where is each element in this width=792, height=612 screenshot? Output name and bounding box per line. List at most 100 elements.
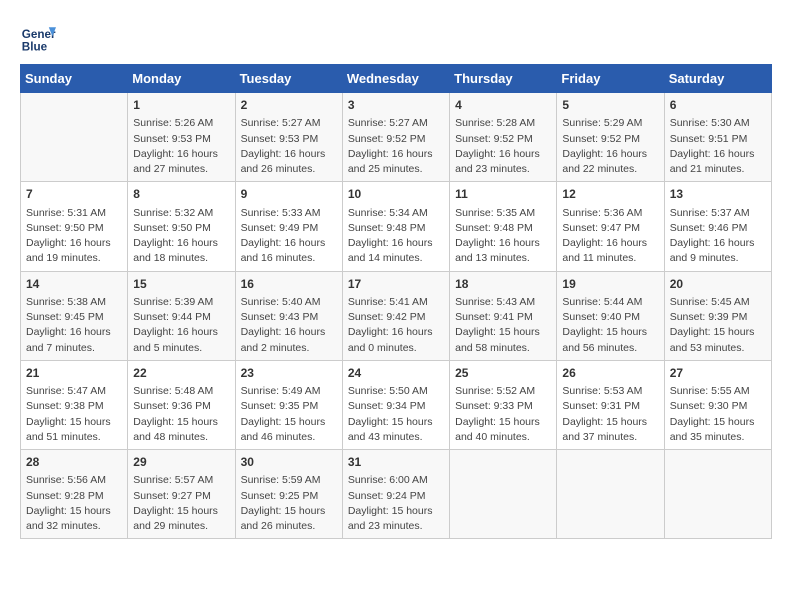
- day-number: 9: [241, 186, 337, 203]
- calendar-cell: 9 Sunrise: 5:33 AM Sunset: 9:49 PM Daylig…: [235, 182, 342, 271]
- day-info: Sunrise: 5:35 AM Sunset: 9:48 PM Dayligh…: [455, 206, 551, 267]
- day-info: Sunrise: 5:53 AM Sunset: 9:31 PM Dayligh…: [562, 384, 658, 445]
- day-info: Sunrise: 5:29 AM Sunset: 9:52 PM Dayligh…: [562, 116, 658, 177]
- header-row: SundayMondayTuesdayWednesdayThursdayFrid…: [21, 65, 772, 93]
- day-number: 1: [133, 97, 229, 114]
- day-number: 15: [133, 276, 229, 293]
- calendar-cell: 25 Sunrise: 5:52 AM Sunset: 9:33 PM Dayli…: [450, 360, 557, 449]
- day-info: Sunrise: 5:59 AM Sunset: 9:25 PM Dayligh…: [241, 473, 337, 534]
- day-number: 14: [26, 276, 122, 293]
- week-row-2: 7Sunrise: 5:31 AM Sunset: 9:50 PM Daylig…: [21, 182, 772, 271]
- day-number: 31: [348, 454, 444, 471]
- day-number: 22: [133, 365, 229, 382]
- day-number: 23: [241, 365, 337, 382]
- calendar-cell: 5 Sunrise: 5:29 AM Sunset: 9:52 PM Daylig…: [557, 93, 664, 182]
- day-info: Sunrise: 5:28 AM Sunset: 9:52 PM Dayligh…: [455, 116, 551, 177]
- header-day-tuesday: Tuesday: [235, 65, 342, 93]
- calendar-cell: 24 Sunrise: 5:50 AM Sunset: 9:34 PM Dayli…: [342, 360, 449, 449]
- day-number: 30: [241, 454, 337, 471]
- day-number: 6: [670, 97, 766, 114]
- day-info: Sunrise: 5:36 AM Sunset: 9:47 PM Dayligh…: [562, 206, 658, 267]
- day-info: Sunrise: 5:47 AM Sunset: 9:38 PM Dayligh…: [26, 384, 122, 445]
- header-area: General Blue: [20, 15, 772, 56]
- day-number: 11: [455, 186, 551, 203]
- calendar-cell: 8 Sunrise: 5:32 AM Sunset: 9:50 PM Daylig…: [128, 182, 235, 271]
- day-info: Sunrise: 5:52 AM Sunset: 9:33 PM Dayligh…: [455, 384, 551, 445]
- calendar-cell: 22 Sunrise: 5:48 AM Sunset: 9:36 PM Dayli…: [128, 360, 235, 449]
- day-number: 16: [241, 276, 337, 293]
- day-number: 26: [562, 365, 658, 382]
- header-day-sunday: Sunday: [21, 65, 128, 93]
- day-info: Sunrise: 5:48 AM Sunset: 9:36 PM Dayligh…: [133, 384, 229, 445]
- calendar-cell: [21, 93, 128, 182]
- day-info: Sunrise: 5:40 AM Sunset: 9:43 PM Dayligh…: [241, 295, 337, 356]
- day-info: Sunrise: 5:50 AM Sunset: 9:34 PM Dayligh…: [348, 384, 444, 445]
- calendar-cell: 1Sunrise: 5:26 AM Sunset: 9:53 PM Daylig…: [128, 93, 235, 182]
- week-row-1: 1Sunrise: 5:26 AM Sunset: 9:53 PM Daylig…: [21, 93, 772, 182]
- header-day-thursday: Thursday: [450, 65, 557, 93]
- day-info: Sunrise: 5:57 AM Sunset: 9:27 PM Dayligh…: [133, 473, 229, 534]
- day-number: 21: [26, 365, 122, 382]
- day-info: Sunrise: 5:43 AM Sunset: 9:41 PM Dayligh…: [455, 295, 551, 356]
- calendar-table: SundayMondayTuesdayWednesdayThursdayFrid…: [20, 64, 772, 539]
- day-info: Sunrise: 5:37 AM Sunset: 9:46 PM Dayligh…: [670, 206, 766, 267]
- header-day-saturday: Saturday: [664, 65, 771, 93]
- calendar-cell: [664, 450, 771, 539]
- calendar-cell: 31 Sunrise: 6:00 AM Sunset: 9:24 PM Dayli…: [342, 450, 449, 539]
- calendar-cell: 23Sunrise: 5:49 AM Sunset: 9:35 PM Dayli…: [235, 360, 342, 449]
- day-info: Sunrise: 5:27 AM Sunset: 9:52 PM Dayligh…: [348, 116, 444, 177]
- header-day-wednesday: Wednesday: [342, 65, 449, 93]
- day-number: 29: [133, 454, 229, 471]
- week-row-3: 14 Sunrise: 5:38 AM Sunset: 9:45 PM Dayli…: [21, 271, 772, 360]
- calendar-cell: [450, 450, 557, 539]
- calendar-cell: 10Sunrise: 5:34 AM Sunset: 9:48 PM Dayli…: [342, 182, 449, 271]
- day-info: Sunrise: 5:56 AM Sunset: 9:28 PM Dayligh…: [26, 473, 122, 534]
- day-info: Sunrise: 6:00 AM Sunset: 9:24 PM Dayligh…: [348, 473, 444, 534]
- day-info: Sunrise: 5:44 AM Sunset: 9:40 PM Dayligh…: [562, 295, 658, 356]
- calendar-cell: 4 Sunrise: 5:28 AM Sunset: 9:52 PM Daylig…: [450, 93, 557, 182]
- day-info: Sunrise: 5:27 AM Sunset: 9:53 PM Dayligh…: [241, 116, 337, 177]
- calendar-cell: [557, 450, 664, 539]
- day-info: Sunrise: 5:55 AM Sunset: 9:30 PM Dayligh…: [670, 384, 766, 445]
- day-info: Sunrise: 5:32 AM Sunset: 9:50 PM Dayligh…: [133, 206, 229, 267]
- day-info: Sunrise: 5:45 AM Sunset: 9:39 PM Dayligh…: [670, 295, 766, 356]
- day-info: Sunrise: 5:33 AM Sunset: 9:49 PM Dayligh…: [241, 206, 337, 267]
- calendar-cell: 28Sunrise: 5:56 AM Sunset: 9:28 PM Dayli…: [21, 450, 128, 539]
- calendar-cell: 21 Sunrise: 5:47 AM Sunset: 9:38 PM Dayli…: [21, 360, 128, 449]
- day-number: 17: [348, 276, 444, 293]
- day-info: Sunrise: 5:39 AM Sunset: 9:44 PM Dayligh…: [133, 295, 229, 356]
- day-number: 18: [455, 276, 551, 293]
- day-info: Sunrise: 5:41 AM Sunset: 9:42 PM Dayligh…: [348, 295, 444, 356]
- day-number: 20: [670, 276, 766, 293]
- week-row-4: 21 Sunrise: 5:47 AM Sunset: 9:38 PM Dayli…: [21, 360, 772, 449]
- day-number: 24: [348, 365, 444, 382]
- header-day-monday: Monday: [128, 65, 235, 93]
- day-number: 27: [670, 365, 766, 382]
- calendar-cell: 14 Sunrise: 5:38 AM Sunset: 9:45 PM Dayli…: [21, 271, 128, 360]
- day-number: 5: [562, 97, 658, 114]
- svg-text:Blue: Blue: [22, 41, 48, 54]
- calendar-cell: 12 Sunrise: 5:36 AM Sunset: 9:47 PM Dayli…: [557, 182, 664, 271]
- calendar-cell: 11 Sunrise: 5:35 AM Sunset: 9:48 PM Dayli…: [450, 182, 557, 271]
- logo-icon: General Blue: [20, 20, 56, 56]
- day-number: 2: [241, 97, 337, 114]
- header-day-friday: Friday: [557, 65, 664, 93]
- calendar-cell: 30 Sunrise: 5:59 AM Sunset: 9:25 PM Dayli…: [235, 450, 342, 539]
- calendar-cell: 27 Sunrise: 5:55 AM Sunset: 9:30 PM Dayli…: [664, 360, 771, 449]
- day-number: 25: [455, 365, 551, 382]
- day-number: 12: [562, 186, 658, 203]
- calendar-cell: 15 Sunrise: 5:39 AM Sunset: 9:44 PM Dayli…: [128, 271, 235, 360]
- calendar-cell: 18 Sunrise: 5:43 AM Sunset: 9:41 PM Dayli…: [450, 271, 557, 360]
- day-number: 19: [562, 276, 658, 293]
- logo: General Blue: [20, 20, 60, 56]
- calendar-cell: 26 Sunrise: 5:53 AM Sunset: 9:31 PM Dayli…: [557, 360, 664, 449]
- day-info: Sunrise: 5:34 AM Sunset: 9:48 PM Dayligh…: [348, 206, 444, 267]
- day-info: Sunrise: 5:38 AM Sunset: 9:45 PM Dayligh…: [26, 295, 122, 356]
- calendar-cell: 7Sunrise: 5:31 AM Sunset: 9:50 PM Daylig…: [21, 182, 128, 271]
- day-info: Sunrise: 5:30 AM Sunset: 9:51 PM Dayligh…: [670, 116, 766, 177]
- day-number: 8: [133, 186, 229, 203]
- calendar-cell: 29 Sunrise: 5:57 AM Sunset: 9:27 PM Dayli…: [128, 450, 235, 539]
- day-number: 3: [348, 97, 444, 114]
- day-number: 7: [26, 186, 122, 203]
- day-number: 4: [455, 97, 551, 114]
